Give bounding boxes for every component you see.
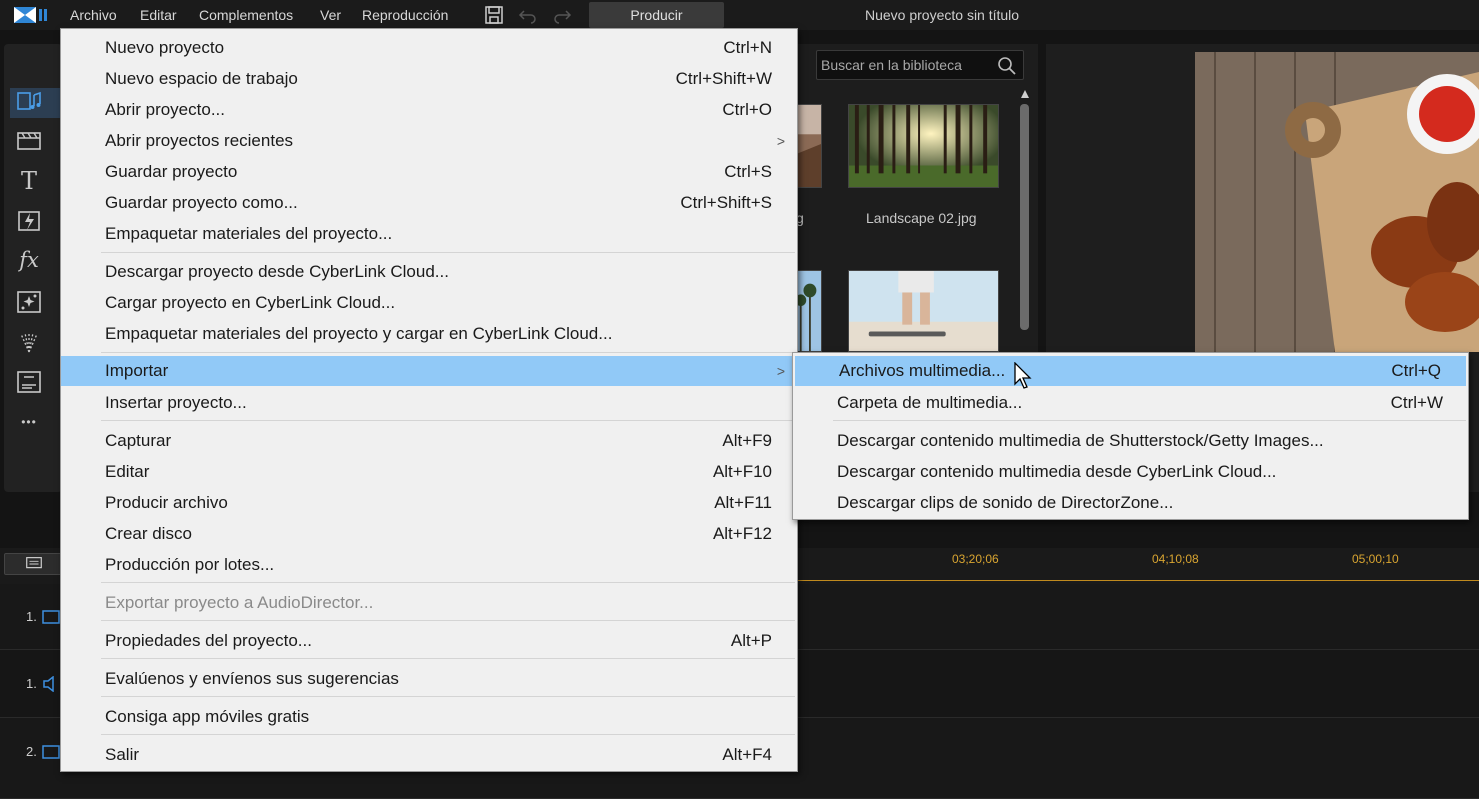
speaker-icon: [43, 676, 54, 692]
undo-icon[interactable]: [518, 5, 538, 25]
menu-item-descargar-directorzone[interactable]: Descargar clips de sonido de DirectorZon…: [793, 488, 1468, 518]
search-icon[interactable]: [997, 56, 1017, 76]
menu-archivo[interactable]: Archivo: [70, 7, 117, 23]
menu-item-insertar[interactable]: Insertar proyecto...: [61, 388, 797, 418]
thumbnail-caption-landscape-02: Landscape 02.jpg: [866, 210, 977, 226]
menu-item-empaquetar[interactable]: Empaquetar materiales del proyecto...: [61, 219, 797, 249]
menu-editar[interactable]: Editar: [140, 7, 177, 23]
menu-reproduccion[interactable]: Reproducción: [362, 7, 448, 23]
search-input[interactable]: [821, 55, 991, 75]
timeline-ruler[interactable]: [798, 580, 1479, 581]
import-submenu: Archivos multimedia... Ctrl+Q Carpeta de …: [792, 352, 1469, 520]
track-number: 1.: [26, 676, 37, 691]
menu-item-carpeta-multimedia[interactable]: Carpeta de multimedia... Ctrl+W: [793, 388, 1468, 418]
save-icon[interactable]: [484, 5, 504, 25]
fx-icon[interactable]: fx: [16, 247, 42, 273]
menu-complementos[interactable]: Complementos: [199, 7, 293, 23]
menu-item-descargar-shutterstock[interactable]: Descargar contenido multimedia de Shutte…: [793, 426, 1468, 456]
preview-image: [1195, 52, 1479, 352]
menu-item-nuevo-espacio[interactable]: Nuevo espacio de trabajo Ctrl+Shift+W: [61, 64, 797, 94]
particle-icon[interactable]: [16, 289, 42, 315]
timeline-view-button[interactable]: [4, 553, 64, 575]
menu-item-importar[interactable]: Importar >: [61, 356, 797, 386]
redo-icon[interactable]: [552, 5, 572, 25]
media-room-icon[interactable]: [16, 89, 42, 115]
menu-item-exportar-audiodirector: Exportar proyecto a AudioDirector...: [105, 593, 374, 612]
chevron-right-icon: >: [776, 363, 785, 379]
track-number: 1.: [26, 609, 37, 624]
title-icon[interactable]: T: [16, 167, 42, 195]
thumbnail-landscape-02[interactable]: [848, 104, 999, 188]
menu-item-app-moviles[interactable]: Consiga app móviles gratis: [61, 702, 797, 732]
mouse-cursor-icon: [1014, 362, 1032, 389]
timecode-label: 05;00;10: [1352, 552, 1399, 566]
library-search-box[interactable]: [816, 50, 1024, 80]
menu-item-capturar[interactable]: Capturar Alt+F9: [61, 426, 797, 456]
thumbnail-skateboard[interactable]: [848, 270, 999, 352]
menu-item-salir[interactable]: Salir Alt+F4: [61, 740, 797, 770]
menu-item-editar[interactable]: Editar Alt+F10: [61, 457, 797, 487]
track-number: 2.: [26, 744, 37, 759]
thumbnail-palms[interactable]: [796, 270, 822, 352]
menu-separator: [101, 420, 795, 421]
subtitle-icon[interactable]: [16, 369, 42, 395]
menu-item-abrir-recientes[interactable]: Abrir proyectos recientes >: [61, 126, 797, 156]
file-menu: Nuevo proyecto Ctrl+N Nuevo espacio de tr…: [60, 28, 798, 772]
menu-item-empaquetar-cargar[interactable]: Empaquetar materiales del proyecto y car…: [61, 319, 797, 349]
menu-ver[interactable]: Ver: [320, 7, 341, 23]
menu-separator: [101, 734, 795, 735]
menu-item-crear-disco[interactable]: Crear disco Alt+F12: [61, 519, 797, 549]
menu-item-guardar-como[interactable]: Guardar proyecto como... Ctrl+Shift+S: [61, 188, 797, 218]
sparkle-icon[interactable]: [16, 329, 42, 355]
menu-separator: [101, 352, 795, 353]
menu-separator: [101, 658, 795, 659]
menu-separator: [101, 582, 795, 583]
timecode-label: 03;20;06: [952, 552, 999, 566]
menu-item-descargar-cloud[interactable]: Descargar proyecto desde CyberLink Cloud…: [61, 257, 797, 287]
project-title: Nuevo proyecto sin título: [865, 7, 1020, 23]
menu-item-evaluenos[interactable]: Evalúenos y envíenos sus sugerencias: [61, 664, 797, 694]
film-icon[interactable]: [16, 128, 42, 154]
more-icon[interactable]: •••: [16, 409, 42, 435]
menu-separator: [101, 252, 795, 253]
menu-item-cargar-cloud[interactable]: Cargar proyecto en CyberLink Cloud...: [61, 288, 797, 318]
menu-item-propiedades[interactable]: Propiedades del proyecto... Alt+P: [61, 626, 797, 656]
video-track-icon: [42, 745, 60, 759]
menu-item-nuevo-proyecto[interactable]: Nuevo proyecto Ctrl+N: [61, 33, 797, 63]
transition-icon[interactable]: [16, 208, 42, 234]
menubar: Archivo Editar Complementos Ver Reproduc…: [0, 0, 1479, 30]
menu-item-descargar-cyberlink-cloud[interactable]: Descargar contenido multimedia desde Cyb…: [793, 457, 1468, 487]
timecode-label: 04;10;08: [1152, 552, 1199, 566]
powerdirector-logo-icon: [14, 7, 47, 23]
menu-separator: [101, 620, 795, 621]
menu-separator: [833, 420, 1466, 421]
menu-item-producir-archivo[interactable]: Producir archivo Alt+F11: [61, 488, 797, 518]
produce-button[interactable]: Producir: [589, 2, 724, 28]
menu-item-produccion-lotes[interactable]: Producción por lotes...: [61, 550, 797, 580]
menu-item-guardar[interactable]: Guardar proyecto Ctrl+S: [61, 157, 797, 187]
menu-item-abrir-proyecto[interactable]: Abrir proyecto... Ctrl+O: [61, 95, 797, 125]
menu-separator: [101, 696, 795, 697]
library-scroll-thumb[interactable]: [1020, 104, 1029, 330]
video-track-icon: [42, 610, 60, 624]
menu-item-archivos-multimedia[interactable]: Archivos multimedia... Ctrl+Q: [795, 356, 1466, 386]
thumbnail-canyon[interactable]: [796, 104, 822, 188]
chevron-right-icon: >: [776, 133, 785, 149]
